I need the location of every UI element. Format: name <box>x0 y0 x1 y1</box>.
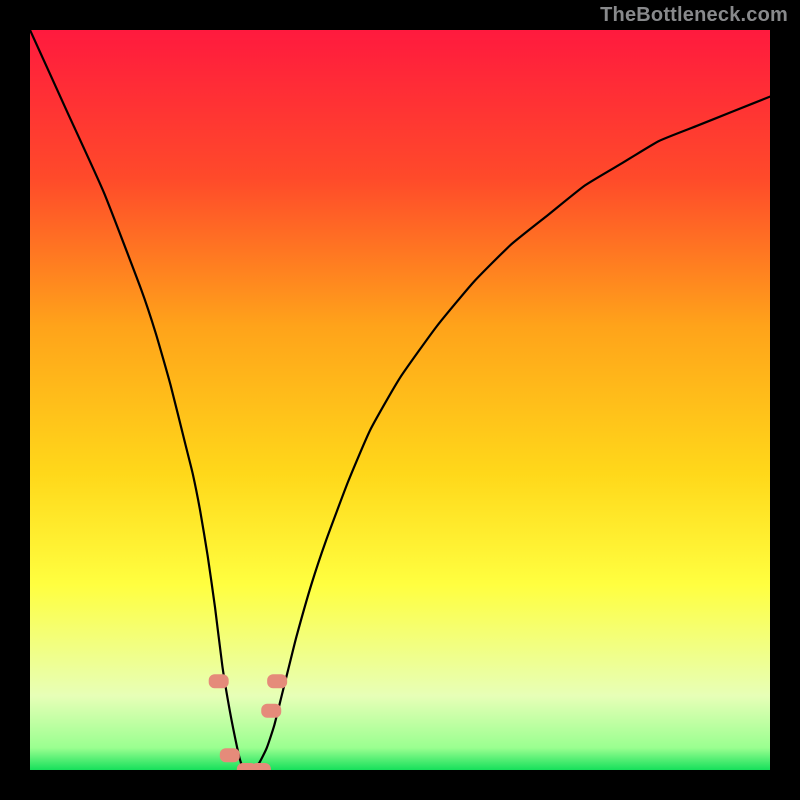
curve-marker <box>220 748 240 762</box>
chart-frame: TheBottleneck.com <box>0 0 800 800</box>
curve-marker <box>267 674 287 688</box>
bottleneck-curve <box>30 30 770 770</box>
curve-marker <box>251 763 271 770</box>
curve-marker <box>209 674 229 688</box>
curve-marker <box>261 704 281 718</box>
curve-layer <box>30 30 770 770</box>
watermark-text: TheBottleneck.com <box>600 4 788 27</box>
plot-area <box>30 30 770 770</box>
